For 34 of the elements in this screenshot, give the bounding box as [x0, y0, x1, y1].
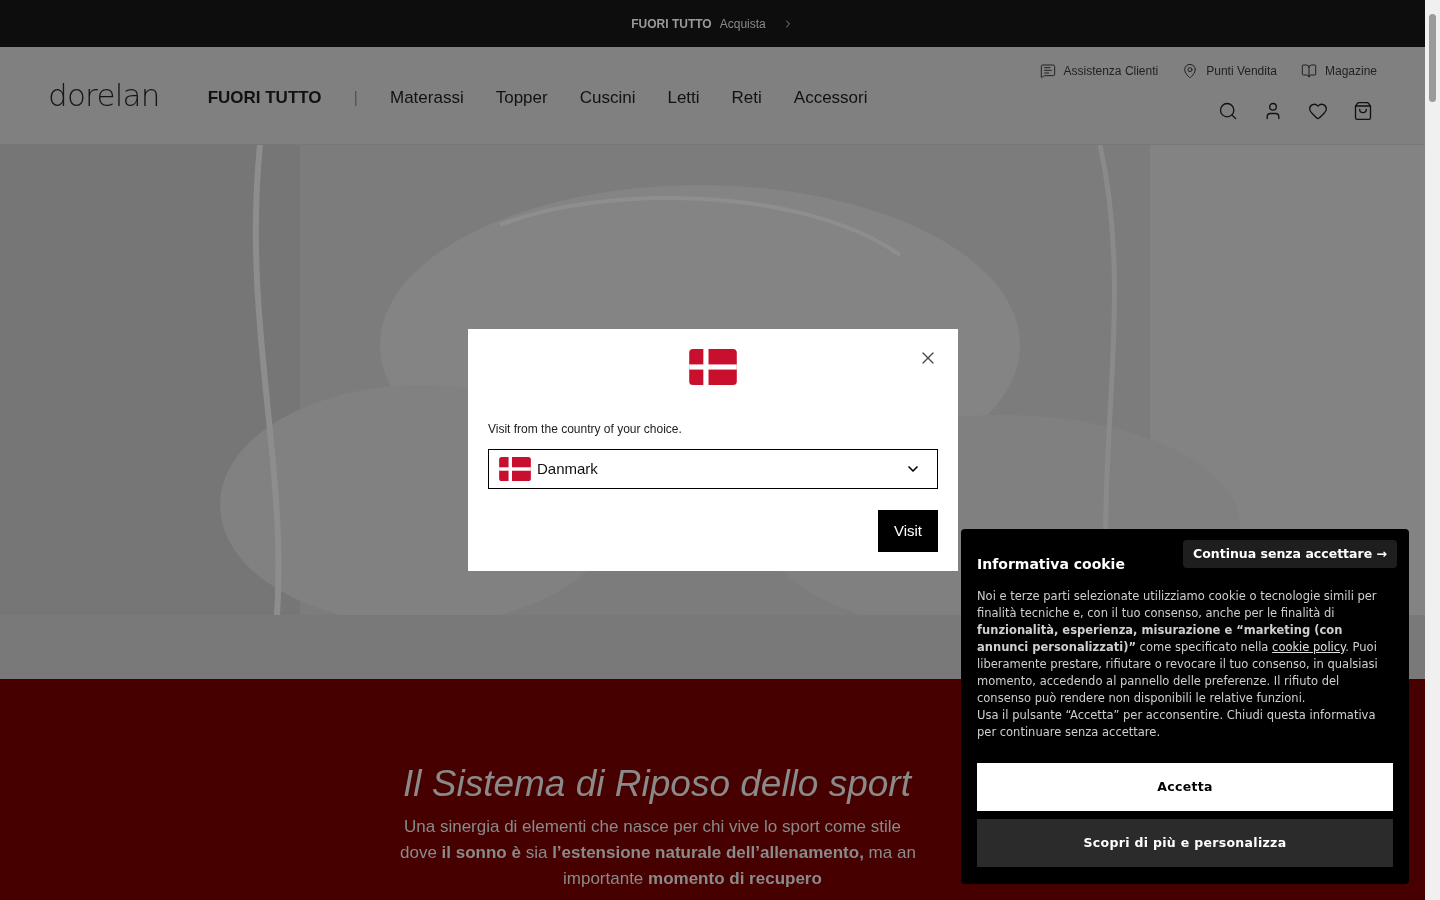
- continue-without-accepting-button[interactable]: Continua senza accettare →: [1183, 540, 1397, 568]
- search-button[interactable]: [1217, 100, 1238, 121]
- logo[interactable]: dorelan: [48, 80, 160, 111]
- intro-text-line: dove il sonno è sia l’estensione naturale dell’allenamento, ma an: [400, 842, 916, 864]
- nav-separator: |: [353, 86, 358, 109]
- intro-text-line: Una sinergia di elementi che nasce per chi vive lo sport come stile: [404, 816, 902, 838]
- nav-link[interactable]: Reti: [731, 84, 762, 111]
- nav-link[interactable]: Letti: [667, 84, 700, 111]
- customize-button[interactable]: Scopri di più e personalizza: [977, 819, 1393, 867]
- dialog-prompt: Visit from the country of your choice.: [488, 421, 683, 438]
- promo-link[interactable]: Acquista: [719, 14, 766, 33]
- flag-icon: [499, 457, 531, 481]
- cart-button[interactable]: [1352, 100, 1373, 121]
- utility-link[interactable]: Magazine: [1324, 62, 1377, 80]
- cookie-title: Informativa cookie: [977, 555, 1125, 574]
- book-icon: [1300, 63, 1317, 79]
- nav-link[interactable]: Cuscini: [579, 84, 636, 111]
- chat-icon: [1039, 63, 1056, 79]
- nav-link[interactable]: Topper: [495, 84, 548, 111]
- nav-link[interactable]: Materassi: [390, 84, 464, 111]
- utility-link[interactable]: Punti Vendita: [1206, 62, 1277, 80]
- cookie-note: Usa il pulsante “Accetta” per acconsentire. Chiudi questa informativa per continuare senza accettare.: [977, 707, 1377, 741]
- accept-button[interactable]: Accetta: [977, 763, 1393, 811]
- promo-title: FUORI TUTTO: [631, 15, 712, 33]
- intro-text-line: importante momento di recupero: [563, 868, 822, 890]
- country-select[interactable]: Danmark: [488, 449, 938, 489]
- flag-icon: [689, 349, 737, 385]
- visit-button[interactable]: Visit: [877, 510, 938, 552]
- section-heading: Il Sistema di Riposo dello sport: [403, 765, 911, 802]
- location-pin-icon: [1182, 63, 1199, 79]
- nav-link[interactable]: Accessori: [793, 84, 868, 111]
- utility-link[interactable]: Assistenza Clienti: [1063, 62, 1159, 80]
- cookie-text: Noi e terze parti selezionate utilizziamo cookie o tecnologie simili per finalità tecniche e, con il tuo consenso, anche per le finalità di funzionalità, esperienza, misurazione e “marketing (con annunci personalizzati)” come specificato nella cookie policy. Puoi liberamente prestare, rifiutare o revocare il tuo consenso, in qualsiasi momento, accedendo al pannello delle preferenze. Il rifiuto del consenso può rendere non disponibili le relative funzioni.: [977, 588, 1379, 707]
- nav-link[interactable]: FUORI TUTTO: [207, 84, 322, 111]
